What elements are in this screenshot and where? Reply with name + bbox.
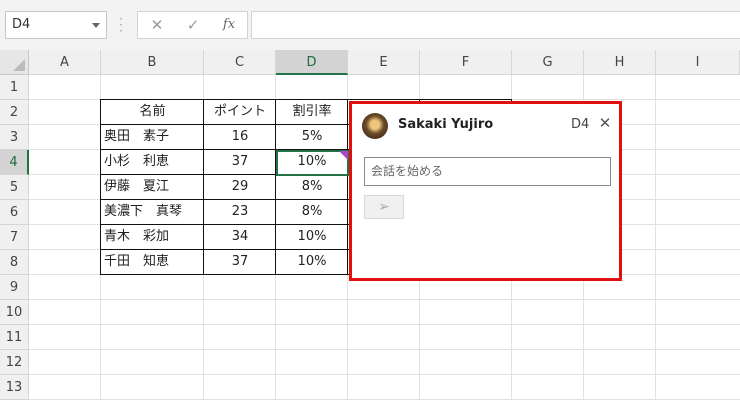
column-header-d[interactable]: D — [276, 50, 348, 75]
column-header-e[interactable]: E — [348, 50, 420, 75]
send-icon: ➢ — [378, 199, 390, 215]
formula-input[interactable] — [251, 11, 740, 39]
insert-function-icon[interactable]: fx — [214, 12, 244, 38]
row-header-1[interactable]: 1 — [0, 75, 29, 100]
table-cell[interactable]: 10% — [276, 225, 348, 250]
column-header-a[interactable]: A — [29, 50, 101, 75]
table-cell[interactable]: 23 — [204, 200, 276, 225]
comment-cell-ref: D4 — [571, 117, 590, 132]
table-cell[interactable]: 29 — [204, 175, 276, 200]
column-header-c[interactable]: C — [204, 50, 276, 75]
row-header-3[interactable]: 3 — [0, 125, 29, 150]
row-header-12[interactable]: 12 — [0, 350, 29, 375]
comment-author: Sakaki Yujiro — [398, 117, 494, 132]
row-header-10[interactable]: 10 — [0, 300, 29, 325]
table-header-cell[interactable]: 割引率 — [276, 100, 348, 125]
grid-line — [29, 374, 740, 375]
table-cell[interactable]: 伊藤 夏江 — [101, 175, 204, 200]
row-header-8[interactable]: 8 — [0, 250, 29, 275]
close-icon[interactable]: ✕ — [597, 114, 613, 132]
table-cell[interactable]: 10% — [276, 250, 348, 275]
grid-line — [29, 349, 740, 350]
avatar — [362, 113, 388, 139]
column-header-i[interactable]: I — [656, 50, 740, 75]
row-header-7[interactable]: 7 — [0, 225, 29, 250]
table-cell[interactable]: 37 — [204, 150, 276, 175]
comment-thread-card: Sakaki Yujiro D4 ✕ 会話を始める ➢ — [349, 101, 622, 281]
table-cell[interactable]: 34 — [204, 225, 276, 250]
more-options-icon: · · · — [119, 12, 123, 38]
table-cell[interactable]: 美濃下 真琴 — [101, 200, 204, 225]
cancel-icon[interactable]: ✕ — [142, 12, 172, 38]
row-header-11[interactable]: 11 — [0, 325, 29, 350]
select-all-button[interactable] — [0, 50, 29, 75]
table-cell[interactable]: 10% — [276, 150, 348, 175]
column-header-f[interactable]: F — [420, 50, 512, 75]
column-header-g[interactable]: G — [512, 50, 584, 75]
table-header-cell[interactable]: 名前 — [101, 100, 204, 125]
name-box-value: D4 — [12, 17, 31, 32]
reply-input[interactable]: 会話を始める — [364, 157, 611, 186]
grid-line — [29, 324, 740, 325]
row-header-13[interactable]: 13 — [0, 375, 29, 400]
chevron-down-icon[interactable] — [92, 23, 100, 28]
row-header-6[interactable]: 6 — [0, 200, 29, 225]
row-header-2[interactable]: 2 — [0, 100, 29, 125]
row-header-5[interactable]: 5 — [0, 175, 29, 200]
formula-bar: D4 · · · ✕ ✓ fx — [0, 0, 740, 50]
table-cell[interactable]: 奥田 素子 — [101, 125, 204, 150]
column-header-h[interactable]: H — [584, 50, 656, 75]
table-cell[interactable]: 8% — [276, 175, 348, 200]
row-header-9[interactable]: 9 — [0, 275, 29, 300]
table-cell[interactable]: 千田 知恵 — [101, 250, 204, 275]
table-cell[interactable]: 37 — [204, 250, 276, 275]
row-header-4[interactable]: 4 — [0, 150, 29, 175]
table-cell[interactable]: 5% — [276, 125, 348, 150]
comment-marker[interactable] — [339, 151, 348, 160]
table-header-cell[interactable]: ポイント — [204, 100, 276, 125]
grid-line — [29, 299, 740, 300]
enter-icon[interactable]: ✓ — [178, 12, 208, 38]
table-border — [100, 99, 512, 100]
table-cell[interactable]: 小杉 利恵 — [101, 150, 204, 175]
column-header-b[interactable]: B — [101, 50, 204, 75]
name-box[interactable]: D4 — [5, 11, 107, 39]
table-cell[interactable]: 16 — [204, 125, 276, 150]
table-cell[interactable]: 青木 彩加 — [101, 225, 204, 250]
formula-buttons: ✕ ✓ fx — [137, 11, 248, 39]
table-cell[interactable]: 8% — [276, 200, 348, 225]
send-button[interactable]: ➢ — [364, 195, 404, 219]
